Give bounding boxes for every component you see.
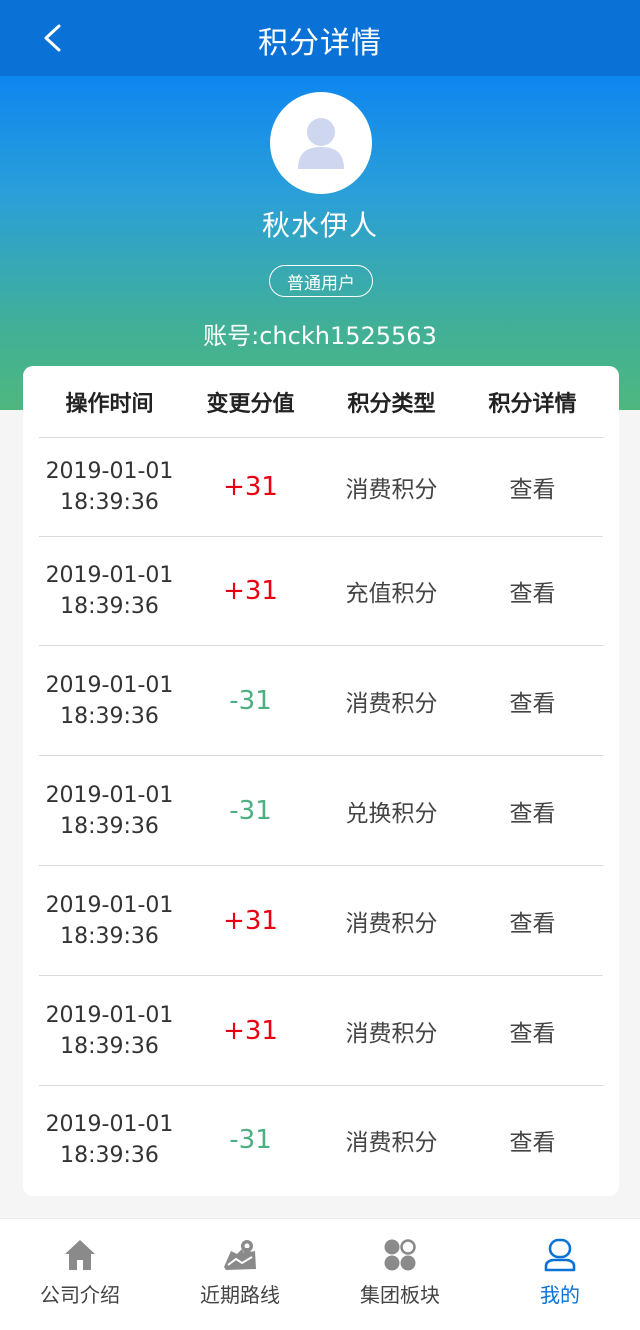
column-header-type: 积分类型 [347, 391, 436, 417]
view-detail-link[interactable]: 查看 [462, 756, 603, 865]
tab-mine[interactable]: 我的 [480, 1219, 640, 1330]
value-cell: +31 [223, 905, 278, 936]
value-cell: +31 [223, 472, 278, 502]
value-cell: +31 [223, 576, 278, 606]
time-cell: 2019-01-01 18:39:36 [39, 976, 180, 1085]
view-detail-link[interactable]: 查看 [462, 537, 603, 645]
table-row: 2019-01-01 18:39:36 -31 消费积分 查看 [39, 1086, 603, 1194]
user-icon [542, 1237, 578, 1273]
value-cell: -31 [229, 685, 272, 716]
page-title: 积分详情 [258, 26, 382, 61]
tab-company-intro[interactable]: 公司介绍 [0, 1219, 160, 1330]
view-detail-link[interactable]: 查看 [462, 1086, 603, 1194]
points-table-card: 操作时间 变更分值 积分类型 积分详情 2019-01-01 18:39:36 +… [23, 366, 619, 1196]
time-text: 18:39:36 [60, 490, 159, 515]
time-text: 18:39:36 [60, 703, 159, 729]
avatar[interactable] [270, 92, 372, 194]
tab-group-sectors[interactable]: 集团板块 [320, 1219, 480, 1330]
date-text: 2019-01-01 [45, 672, 174, 698]
time-text: 18:39:36 [60, 813, 159, 839]
table-header: 操作时间 变更分值 积分类型 积分详情 [39, 366, 603, 438]
tab-label: 近期路线 [200, 1283, 280, 1307]
time-text: 18:39:36 [60, 1033, 159, 1059]
time-cell: 2019-01-01 18:39:36 [39, 756, 180, 865]
time-text: 18:39:36 [60, 923, 159, 949]
time-text: 18:39:36 [60, 1143, 159, 1168]
table-row: 2019-01-01 18:39:36 +31 消费积分 查看 [39, 866, 603, 976]
home-icon [62, 1237, 98, 1273]
nav-bar: 积分详情 [0, 0, 640, 76]
table-row: 2019-01-01 18:39:36 -31 消费积分 查看 [39, 646, 603, 756]
column-header-detail: 积分详情 [488, 391, 577, 417]
column-header-time: 操作时间 [65, 391, 154, 417]
time-cell: 2019-01-01 18:39:36 [39, 1086, 180, 1194]
date-text: 2019-01-01 [45, 892, 174, 918]
type-cell: 消费积分 [345, 1130, 438, 1156]
value-cell: +31 [223, 1015, 278, 1046]
table-row: 2019-01-01 18:39:36 -31 兑换积分 查看 [39, 756, 603, 866]
view-detail-link[interactable]: 查看 [462, 866, 603, 975]
time-cell: 2019-01-01 18:39:36 [39, 866, 180, 975]
tab-recent-routes[interactable]: 近期路线 [160, 1219, 320, 1330]
date-text: 2019-01-01 [45, 1002, 174, 1028]
type-cell: 充值积分 [345, 581, 438, 607]
time-cell: 2019-01-01 18:39:36 [39, 646, 180, 755]
view-detail-link[interactable]: 查看 [462, 646, 603, 755]
tab-label: 公司介绍 [40, 1283, 120, 1307]
table-row: 2019-01-01 18:39:36 +31 消费积分 查看 [39, 976, 603, 1086]
type-cell: 兑换积分 [345, 800, 438, 827]
account-number: 账号:chckh1525563 [203, 322, 437, 350]
tab-label: 我的 [540, 1283, 580, 1307]
view-detail-link[interactable]: 查看 [462, 976, 603, 1085]
user-placeholder-icon [298, 118, 344, 169]
view-detail-link[interactable]: 查看 [462, 438, 603, 536]
date-text: 2019-01-01 [45, 563, 174, 588]
date-text: 2019-01-01 [45, 782, 174, 808]
tab-label: 集团板块 [360, 1283, 440, 1307]
time-cell: 2019-01-01 18:39:36 [39, 438, 180, 536]
table-row: 2019-01-01 18:39:36 +31 充值积分 查看 [39, 537, 603, 646]
date-text: 2019-01-01 [45, 1112, 174, 1137]
value-cell: -31 [229, 795, 272, 826]
time-text: 18:39:36 [60, 594, 159, 619]
user-name: 秋水伊人 [261, 209, 378, 242]
type-cell: 消费积分 [345, 690, 438, 717]
map-icon [222, 1237, 258, 1273]
type-cell: 消费积分 [345, 1020, 438, 1047]
value-cell: -31 [229, 1125, 272, 1155]
bottom-tab-bar: 公司介绍 近期路线 集团板块 我的 [0, 1218, 640, 1330]
user-level-badge: 普通用户 [269, 265, 373, 297]
type-cell: 消费积分 [345, 910, 438, 937]
time-cell: 2019-01-01 18:39:36 [39, 537, 180, 645]
date-text: 2019-01-01 [45, 459, 174, 484]
type-cell: 消费积分 [345, 477, 438, 503]
column-header-value: 变更分值 [206, 391, 295, 417]
table-row: 2019-01-01 18:39:36 +31 消费积分 查看 [39, 438, 603, 537]
grid-icon [382, 1237, 418, 1273]
